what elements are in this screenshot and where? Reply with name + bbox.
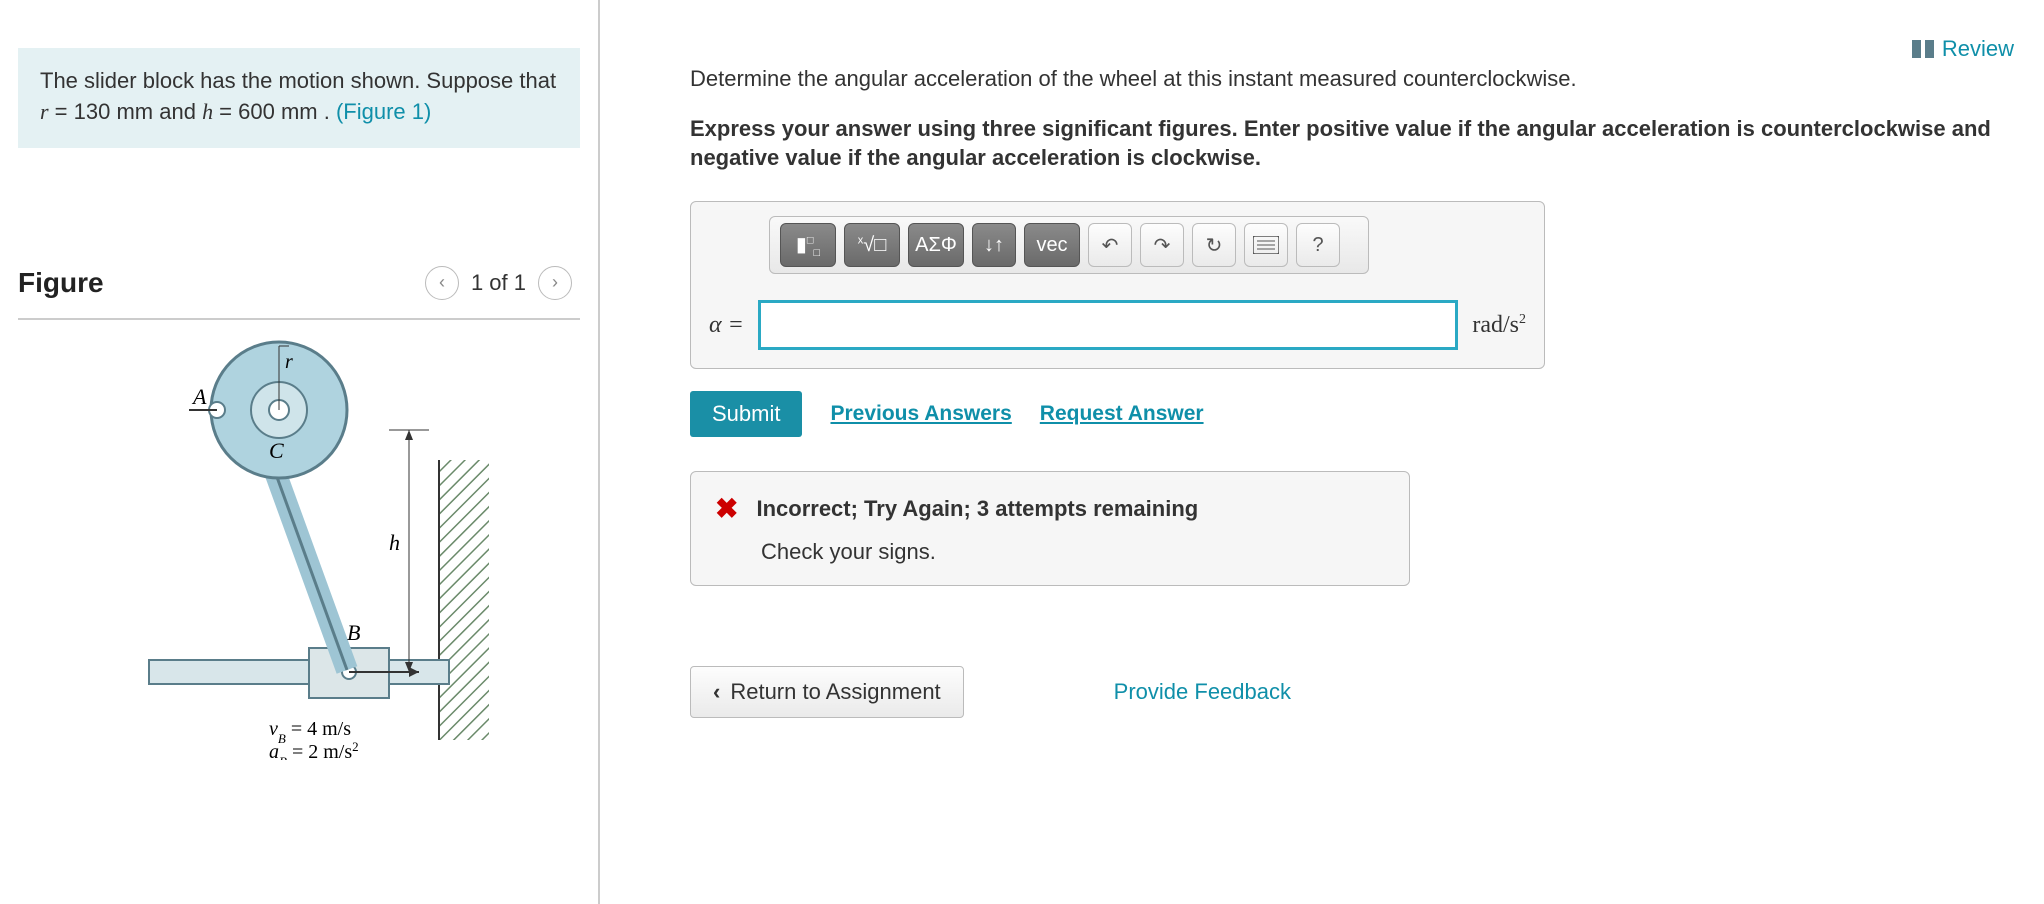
figure-image: r A C B h vB = 4 m/s aB = 2 m/s2 xyxy=(18,340,580,760)
pager-text: 1 of 1 xyxy=(471,270,526,296)
incorrect-icon: ✖ xyxy=(715,492,738,525)
keyboard-icon xyxy=(1253,236,1279,254)
answer-input[interactable] xyxy=(758,300,1459,350)
label-r: r xyxy=(285,351,293,373)
bookmark-icon xyxy=(1912,40,1934,58)
r-value: = 130 mm xyxy=(49,99,154,124)
greek-button[interactable]: ΑΣΦ xyxy=(908,223,964,267)
var-h: h xyxy=(202,99,213,124)
figure-link[interactable]: (Figure 1) xyxy=(336,99,431,124)
left-panel: The slider block has the motion shown. S… xyxy=(0,0,600,904)
pager-prev-button[interactable]: ‹ xyxy=(425,266,459,300)
sqrt-icon: x√□ xyxy=(858,234,887,257)
answer-toolbar: ▮□□ x√□ ΑΣΦ ↓↑ vec ↶ ↷ ↻ ? xyxy=(769,216,1369,274)
return-label: Return to Assignment xyxy=(730,679,940,705)
submit-button[interactable]: Submit xyxy=(690,391,802,437)
vec-button[interactable]: vec xyxy=(1024,223,1080,267)
answer-box: ▮□□ x√□ ΑΣΦ ↓↑ vec ↶ ↷ ↻ ? α = rad/s2 xyxy=(690,201,1545,369)
and-text: and xyxy=(159,99,202,124)
reset-button[interactable]: ↻ xyxy=(1192,223,1236,267)
redo-button[interactable]: ↷ xyxy=(1140,223,1184,267)
figure-pager: ‹ 1 of 1 › xyxy=(425,266,572,300)
label-C: C xyxy=(269,438,284,463)
unit-label: rad/s2 xyxy=(1472,312,1526,339)
sqrt-button[interactable]: x√□ xyxy=(844,223,900,267)
label-B: B xyxy=(347,620,360,645)
problem-text: The slider block has the motion shown. S… xyxy=(40,68,556,93)
review-link[interactable]: Review xyxy=(1912,36,2014,62)
figure-title: Figure xyxy=(18,267,104,299)
template-button[interactable]: ▮□□ xyxy=(780,223,836,267)
alpha-label: α = xyxy=(709,312,744,339)
undo-button[interactable]: ↶ xyxy=(1088,223,1132,267)
help-button[interactable]: ? xyxy=(1296,223,1340,267)
previous-answers-link[interactable]: Previous Answers xyxy=(830,402,1011,426)
instructions-text: Express your answer using three signific… xyxy=(690,114,2018,173)
figure-header: Figure ‹ 1 of 1 › xyxy=(18,266,580,320)
label-A: A xyxy=(191,384,207,409)
answer-input-row: α = rad/s2 xyxy=(709,300,1526,350)
label-h: h xyxy=(389,530,400,555)
var-r: r xyxy=(40,99,49,124)
template-icon: ▮□□ xyxy=(796,232,820,259)
bottom-row: ‹ Return to Assignment Provide Feedback xyxy=(690,666,2018,718)
feedback-line1: Incorrect; Try Again; 3 attempts remaini… xyxy=(756,496,1198,522)
updown-button[interactable]: ↓↑ xyxy=(972,223,1016,267)
return-button[interactable]: ‹ Return to Assignment xyxy=(690,666,964,718)
feedback-box: ✖ Incorrect; Try Again; 3 attempts remai… xyxy=(690,471,1410,586)
feedback-line2: Check your signs. xyxy=(761,539,1385,565)
right-panel: Review Determine the angular acceleratio… xyxy=(600,0,2044,904)
request-answer-link[interactable]: Request Answer xyxy=(1040,402,1204,426)
provide-feedback-link[interactable]: Provide Feedback xyxy=(1114,679,1291,705)
action-row: Submit Previous Answers Request Answer xyxy=(690,391,2018,437)
problem-statement: The slider block has the motion shown. S… xyxy=(18,48,580,148)
h-value: = 600 mm . xyxy=(213,99,336,124)
keyboard-button[interactable] xyxy=(1244,223,1288,267)
question-text: Determine the angular acceleration of th… xyxy=(690,64,2018,94)
chevron-left-icon: ‹ xyxy=(713,679,720,705)
pager-next-button[interactable]: › xyxy=(538,266,572,300)
review-text: Review xyxy=(1942,36,2014,62)
